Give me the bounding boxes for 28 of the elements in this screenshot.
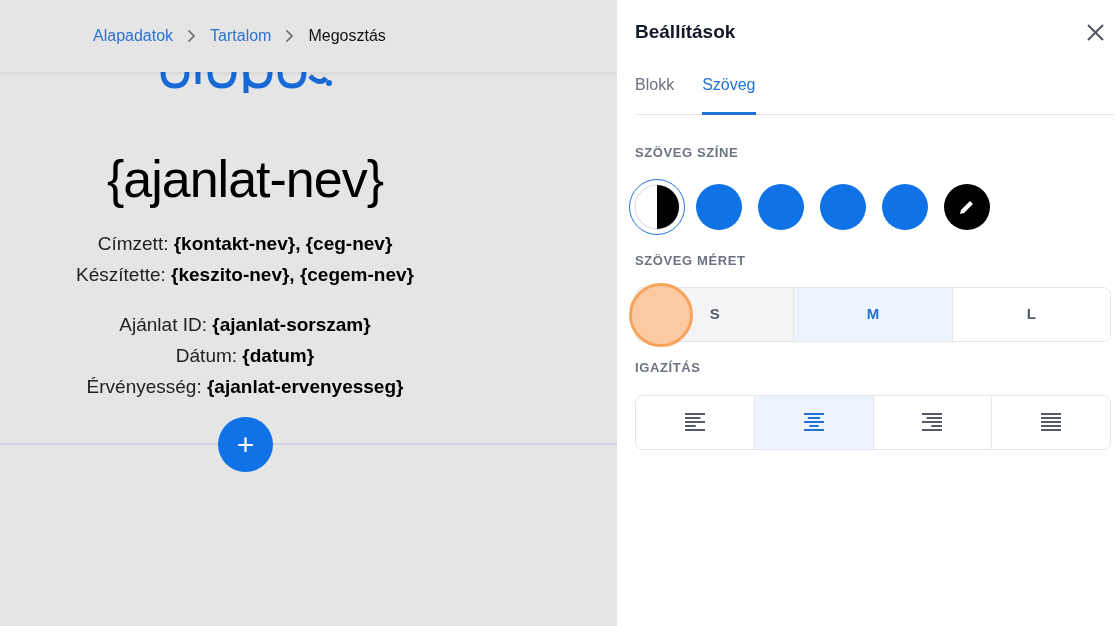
- click-indicator: [629, 283, 693, 347]
- document-title: {ajanlat-nev}: [106, 149, 384, 210]
- align-right-icon: [921, 411, 944, 433]
- section-label: SZÖVEG MÉRET: [635, 251, 747, 270]
- contrast-icon: [634, 183, 680, 230]
- close-icon[interactable]: [1087, 23, 1104, 41]
- chevron-right-icon: [187, 29, 197, 43]
- size-option[interactable]: L: [951, 288, 1110, 341]
- breadcrumb-link[interactable]: Alapadatok: [93, 24, 174, 48]
- align-center-icon: [802, 411, 825, 433]
- document-line: Érvényesség: {ajanlat-ervenyesseg}: [86, 375, 404, 399]
- chevron-right-icon: [285, 29, 295, 43]
- document-line: Készítette: {keszito-nev}, {cegem-nev}: [76, 263, 414, 287]
- document-line: Dátum: {datum}: [175, 344, 315, 368]
- align-option[interactable]: [753, 395, 873, 449]
- size-option[interactable]: M: [793, 288, 952, 341]
- document-line: Címzett: {kontakt-nev}, {ceg-nev}: [97, 232, 393, 256]
- align-left-icon: [683, 411, 706, 433]
- breadcrumb-link[interactable]: Tartalom: [210, 24, 272, 48]
- tab[interactable]: Blokk: [635, 64, 675, 115]
- document-line: Ajánlat ID: {ajanlat-sorszam}: [119, 313, 371, 337]
- align-justify-icon: [1040, 411, 1063, 433]
- align-option[interactable]: [991, 395, 1110, 449]
- add-block-button[interactable]: +: [218, 417, 273, 472]
- section-label: IGAZÍTÁS: [635, 359, 702, 377]
- section-label: SZÖVEG SZÍNE: [635, 144, 740, 162]
- panel-title: Beállítások: [635, 19, 736, 44]
- tab[interactable]: Szöveg: [702, 64, 756, 115]
